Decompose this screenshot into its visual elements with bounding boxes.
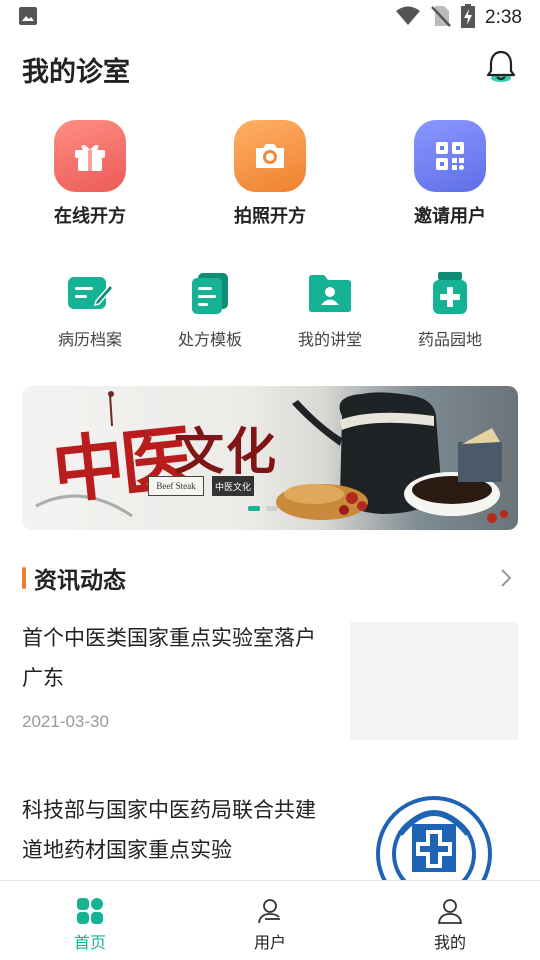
section-accent-bar	[22, 567, 26, 589]
profile-icon	[436, 897, 464, 925]
nav-users[interactable]: 用户	[180, 881, 360, 960]
feature-online-prescription[interactable]: 在线开方	[0, 120, 180, 235]
header: 我的诊室	[0, 44, 540, 94]
no-sim-icon	[431, 5, 451, 31]
banner-seal: 中医文化	[212, 476, 254, 496]
chevron-right-icon	[501, 569, 512, 587]
news-section-header: 资讯动态	[22, 560, 518, 596]
template-icon	[186, 270, 234, 316]
tool-label: 病历档案	[57, 330, 122, 349]
home-grid-icon	[76, 897, 104, 925]
more-news-button[interactable]	[494, 563, 518, 593]
nav-label: 用户	[253, 933, 286, 952]
tool-prescription-templates[interactable]: 处方模板	[150, 270, 270, 350]
carousel-dot[interactable]	[266, 506, 278, 511]
tool-medical-records[interactable]: 病历档案	[30, 270, 150, 350]
banner-title-main: 中医	[48, 415, 193, 514]
medicine-bottle-icon	[426, 270, 474, 316]
tool-my-lectures[interactable]: 我的讲堂	[270, 270, 390, 350]
news-thumbnail	[350, 622, 518, 740]
banner-title-sub: 文化	[174, 422, 278, 481]
news-item[interactable]: 科技部与国家中医药局联合共建道地药材国家重点实验	[22, 790, 518, 882]
camera-icon	[234, 120, 306, 192]
tcm-administration-logo	[376, 796, 492, 882]
status-time: 2:38	[485, 7, 522, 28]
tool-label: 处方模板	[177, 330, 242, 349]
tool-label: 药品园地	[417, 330, 482, 349]
feature-invite-users[interactable]: 邀请用户	[360, 120, 540, 235]
battery-charging-icon	[461, 4, 476, 32]
carousel-indicator	[248, 506, 278, 511]
wifi-icon	[395, 6, 421, 30]
folder-user-icon	[306, 270, 354, 316]
nav-profile[interactable]: 我的	[360, 881, 540, 960]
feature-label: 在线开方	[54, 206, 126, 227]
edit-record-icon	[66, 270, 114, 316]
bell-icon	[485, 49, 517, 89]
nav-label: 我的	[433, 933, 466, 952]
bottom-nav: 首页 用户 我的	[0, 880, 540, 960]
news-date: 2021-03-30	[22, 712, 109, 731]
news-thumbnail	[350, 794, 518, 882]
qr-code-icon	[414, 120, 486, 192]
tool-medicine-garden[interactable]: 药品园地	[390, 270, 510, 350]
notification-button[interactable]	[484, 49, 518, 89]
gift-icon	[54, 120, 126, 192]
nav-label: 首页	[73, 933, 106, 952]
banner-tag: Beef Steak	[148, 476, 204, 496]
feature-grid: 在线开方 拍照开方 邀请用户	[0, 120, 540, 235]
news-item[interactable]: 首个中医类国家重点实验室落户广东 2021-03-30	[22, 618, 518, 748]
news-title: 首个中医类国家重点实验室落户广东	[22, 626, 316, 690]
nav-home[interactable]: 首页	[0, 881, 180, 960]
users-icon	[256, 897, 284, 925]
image-icon	[18, 6, 38, 30]
feature-photo-prescription[interactable]: 拍照开方	[180, 120, 360, 235]
news-title: 科技部与国家中医药局联合共建道地药材国家重点实验	[22, 798, 316, 862]
tool-grid: 病历档案 处方模板 我的讲堂 药品园地	[30, 270, 510, 350]
section-title: 资讯动态	[34, 568, 126, 594]
feature-label: 拍照开方	[234, 206, 306, 227]
feature-label: 邀请用户	[414, 206, 486, 227]
tool-label: 我的讲堂	[297, 330, 362, 349]
page-title: 我的诊室	[22, 56, 130, 88]
status-bar: 2:38	[0, 0, 540, 36]
carousel-dot-active[interactable]	[248, 506, 260, 511]
banner-carousel[interactable]: 中医 文化 Beef Steak 中医文化	[22, 386, 518, 530]
